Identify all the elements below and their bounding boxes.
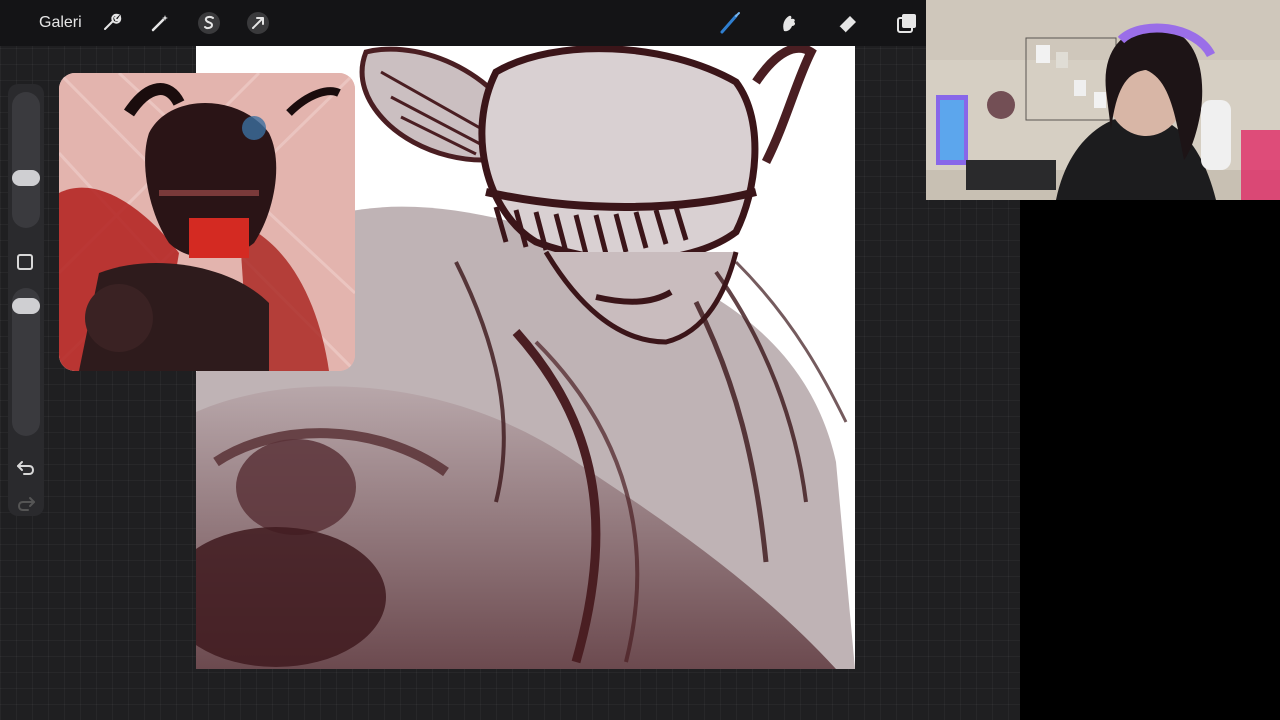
undo-icon[interactable]: [15, 456, 37, 478]
opacity-slider[interactable]: [12, 288, 40, 436]
procreate-app: Galeri: [0, 0, 1020, 720]
brush-icon[interactable]: [716, 9, 744, 37]
layers-icon[interactable]: [893, 9, 921, 37]
modify-button[interactable]: [17, 254, 33, 270]
knight-reference-photo: [59, 73, 355, 371]
magic-wand-icon[interactable]: [146, 9, 174, 37]
smudge-icon[interactable]: [775, 9, 803, 37]
wrench-icon[interactable]: [97, 9, 125, 37]
brush-size-slider[interactable]: [12, 92, 40, 228]
brush-size-handle[interactable]: [12, 170, 40, 186]
webcam-overlay: [926, 0, 1280, 200]
sidebar: [8, 84, 44, 516]
redo-icon[interactable]: [15, 492, 37, 514]
top-toolbar: Galeri: [0, 0, 926, 46]
selection-s-icon[interactable]: [195, 9, 223, 37]
gallery-button[interactable]: Galeri: [39, 14, 82, 32]
reference-image[interactable]: [59, 73, 355, 371]
opacity-handle[interactable]: [12, 298, 40, 314]
eraser-icon[interactable]: [834, 9, 862, 37]
transform-arrow-icon[interactable]: [244, 9, 272, 37]
streamer-webcam: [926, 0, 1280, 200]
